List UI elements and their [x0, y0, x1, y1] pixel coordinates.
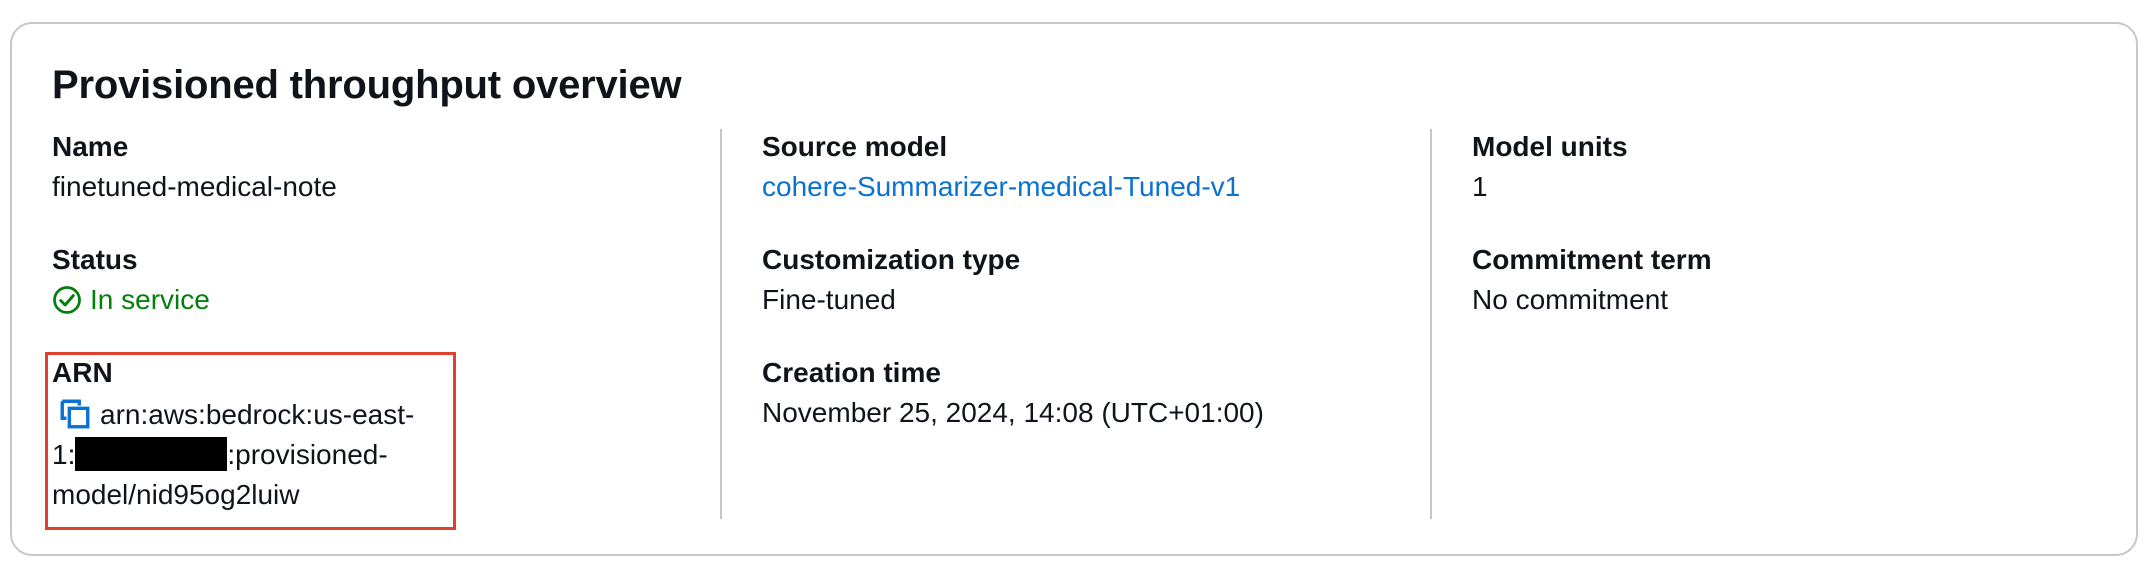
- model-units-field: Model units 1: [1472, 129, 2112, 205]
- customization-type-value: Fine-tuned: [762, 284, 896, 315]
- status-value: In service: [90, 284, 210, 315]
- column-divider: [720, 129, 722, 519]
- check-circle-icon: [53, 286, 81, 314]
- arn-line-2-prefix: 1:: [52, 439, 76, 470]
- status-indicator: In service: [52, 282, 712, 318]
- model-units-label: Model units: [1472, 131, 1628, 162]
- details-column-2: Source model cohere-Summarizer-medical-T…: [762, 129, 1422, 519]
- arn-value: arn:aws:bedrock:us-east- 1: :provisioned-m…: [52, 395, 452, 515]
- redacted-account-id: [75, 437, 228, 471]
- creation-time-label: Creation time: [762, 357, 941, 388]
- name-field: Name finetuned-medical-note: [52, 129, 712, 205]
- copy-icon[interactable]: [58, 397, 92, 431]
- commitment-term-value: No commitment: [1472, 284, 1669, 315]
- source-model-label: Source model: [762, 131, 948, 162]
- details-column-3: Model units 1 Commitment term No commitm…: [1472, 129, 2112, 519]
- details-column-1: Name finetuned-medical-note Status In se…: [45, 129, 712, 530]
- creation-time-value: November 25, 2024, 14:08 (UTC+01:00): [762, 397, 1264, 428]
- arn-label: ARN: [52, 357, 113, 388]
- name-label: Name: [52, 131, 129, 162]
- customization-type-label: Customization type: [762, 244, 1021, 275]
- commitment-term-label: Commitment term: [1472, 244, 1712, 275]
- model-units-value: 1: [1472, 171, 1488, 202]
- panel-title: Provisioned throughput overview: [52, 63, 682, 107]
- status-label: Status: [52, 244, 138, 275]
- name-value: finetuned-medical-note: [52, 171, 337, 202]
- arn-line-2-suffix: :provisioned-: [227, 439, 388, 470]
- provisioned-throughput-overview-panel: Provisioned throughput overview Name fin…: [10, 22, 2138, 556]
- source-model-field: Source model cohere-Summarizer-medical-T…: [762, 129, 1422, 205]
- arn-line-1: arn:aws:bedrock:us-east-: [100, 399, 415, 430]
- arn-line-3: model/nid95og2luiw: [52, 479, 300, 510]
- customization-type-field: Customization type Fine-tuned: [762, 242, 1422, 318]
- status-field: Status In service: [52, 242, 712, 318]
- commitment-term-field: Commitment term No commitment: [1472, 242, 2112, 318]
- source-model-link[interactable]: cohere-Summarizer-medical-Tuned-v1: [762, 171, 1240, 202]
- creation-time-field: Creation time November 25, 2024, 14:08 (…: [762, 355, 1422, 431]
- column-divider: [1430, 129, 1432, 519]
